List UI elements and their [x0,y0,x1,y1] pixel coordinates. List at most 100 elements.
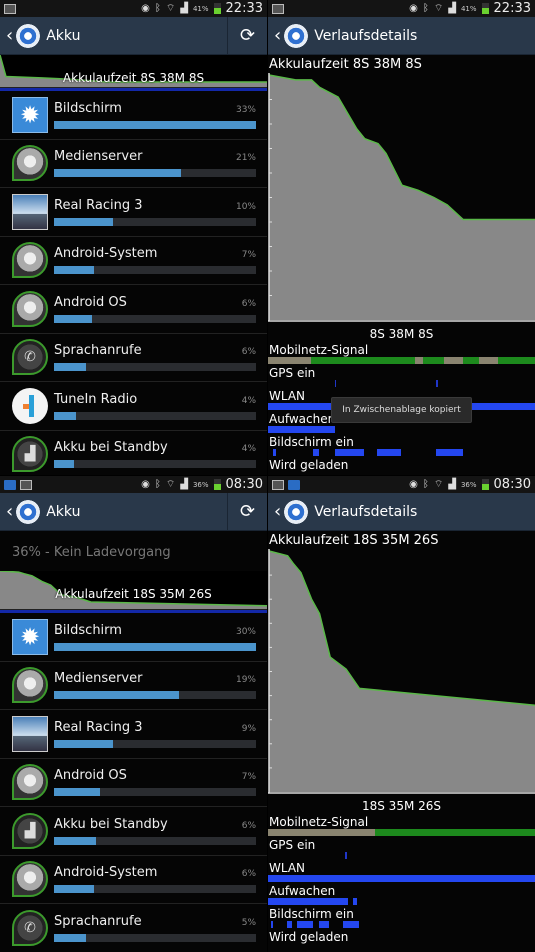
usage-bar-fill [54,788,101,797]
usage-list-item[interactable]: Android-System 7% [0,237,267,285]
item-name: Sprachanrufe [54,343,142,359]
back-icon[interactable]: ‹ [6,25,13,46]
usage-list-item[interactable]: ✹ Bildschirm 30% [0,613,267,662]
item-name: Medienserver [54,671,143,687]
image-icon [4,3,16,14]
usage-bar-fill [54,314,93,323]
item-percent: 21% [235,153,256,164]
item-name: Bildschirm [54,100,122,116]
wifi-icon: ⌔ [165,3,176,14]
item-percent: 6% [241,347,256,358]
usage-list-item[interactable]: Medienserver 19% [0,662,267,710]
timeline-segment [318,921,330,928]
refresh-button[interactable]: ⟳ [227,492,267,531]
timeline-lane [268,852,535,859]
battery-history-chart [268,73,535,327]
timeline-label: WLAN [269,861,306,875]
usage-bar-fill [54,933,87,942]
battery-percent: 41% [192,4,209,13]
history-tracks: Mobilnetz-Signal GPS ein WLAN Aufwachen Bild… [268,815,535,952]
usage-list-item[interactable]: Real Racing 3 10% [0,188,267,237]
clock: 08:30 [493,477,531,492]
battery-mini-graph[interactable]: Akkulaufzeit 8S 38M 8S [0,55,267,87]
settings-gear-icon[interactable] [16,23,41,48]
item-name: Real Racing 3 [54,719,143,735]
battery-time-label: Akkulaufzeit 18S 35M 26S [55,587,212,601]
usage-list-item[interactable]: Real Racing 3 9% [0,710,267,759]
timeline-segment [414,357,423,364]
timeline-track: GPS ein [268,838,535,861]
refresh-button[interactable]: ⟳ [227,16,267,55]
timeline-lane [268,875,535,882]
battery-icon [213,479,221,490]
settings-gear-icon[interactable] [284,23,309,48]
usage-list-item[interactable]: Android-System 6% [0,856,267,904]
settings-gear-icon[interactable] [16,499,41,524]
timeline-track: Bildschirm ein [268,907,535,930]
timeline-segment [268,898,349,905]
settings-gear-icon[interactable] [284,499,309,524]
usage-list-item[interactable]: ✆ Sprachanrufe 6% [0,334,267,382]
usage-list-item[interactable]: ✹ Bildschirm 33% [0,91,267,140]
usage-list-item[interactable]: Medienserver 21% [0,140,267,188]
item-percent: 4% [241,444,256,455]
usage-bar [54,169,256,178]
usage-bar [54,788,256,797]
page-title: Akku [46,503,81,520]
item-name: Real Racing 3 [54,197,143,213]
timeline-segment [444,357,463,364]
usage-bar-fill [54,642,256,651]
usage-list-item[interactable]: Android OS 6% [0,285,267,334]
usage-bar-fill [54,169,182,178]
item-name: Akku bei Standby [54,816,168,832]
status-bar: ◉ ᛒ ⌔ ▟ 41% 22:33 [268,0,535,17]
timeline-label: Wird geladen [269,930,349,944]
action-bar: ‹ Verlaufsdetails [268,493,535,531]
clock: 08:30 [225,477,263,492]
page-title: Verlaufsdetails [314,503,418,520]
outlook-icon [4,479,16,490]
usage-bar [54,460,256,469]
item-name: Android OS [54,768,127,784]
timeline-track: Bildschirm ein [268,435,535,458]
timeline-segment [353,898,358,905]
usage-bar [54,739,256,748]
item-percent: 6% [241,869,256,880]
phone-icon: ✆ [12,909,48,946]
back-icon[interactable]: ‹ [6,501,13,522]
usage-list-item[interactable]: TuneIn Radio 4% [0,382,267,431]
bluetooth-icon: ᛒ [422,479,429,490]
signal-icon: ▟ [180,479,188,490]
timeline-segment [273,449,276,456]
usage-list-item[interactable]: ✆ Sprachanrufe 5% [0,904,267,952]
eye-icon: ◉ [141,479,150,490]
timeline-segment [268,426,335,433]
wifi-icon: ⌔ [433,479,444,490]
clock: 22:33 [225,1,263,16]
brightness-icon: ✹ [12,618,48,655]
usage-bar [54,120,256,129]
usage-list-item[interactable]: Android OS 7% [0,759,267,807]
history-x-label: 8S 38M 8S [369,327,434,341]
back-icon[interactable]: ‹ [274,25,281,46]
timeline-segment [270,921,274,928]
toast-message: In Zwischenablage kopiert [331,397,472,423]
timeline-lane [268,921,535,928]
bluetooth-icon: ᛒ [154,479,161,490]
eye-icon: ◉ [409,479,418,490]
usage-bar-fill [54,691,180,700]
usage-bar-fill [54,739,113,748]
back-icon[interactable]: ‹ [274,501,281,522]
battery-icon [481,479,489,490]
usage-bar-fill [54,460,75,469]
usage-list-item[interactable]: ▟ Akku bei Standby 4% [0,431,267,476]
battery-status-text: 36% - Kein Ladevorgang [12,545,171,560]
usage-list-item[interactable]: ▟ Akku bei Standby 6% [0,807,267,856]
usage-bar [54,836,256,845]
timeline-track: Aufwachen [268,884,535,907]
timeline-segment [268,875,535,882]
android-process-icon [12,764,48,801]
battery-mini-graph[interactable]: Akkulaufzeit 18S 35M 26S [0,571,267,609]
timeline-segment [497,357,535,364]
usage-bar-fill [54,885,95,894]
